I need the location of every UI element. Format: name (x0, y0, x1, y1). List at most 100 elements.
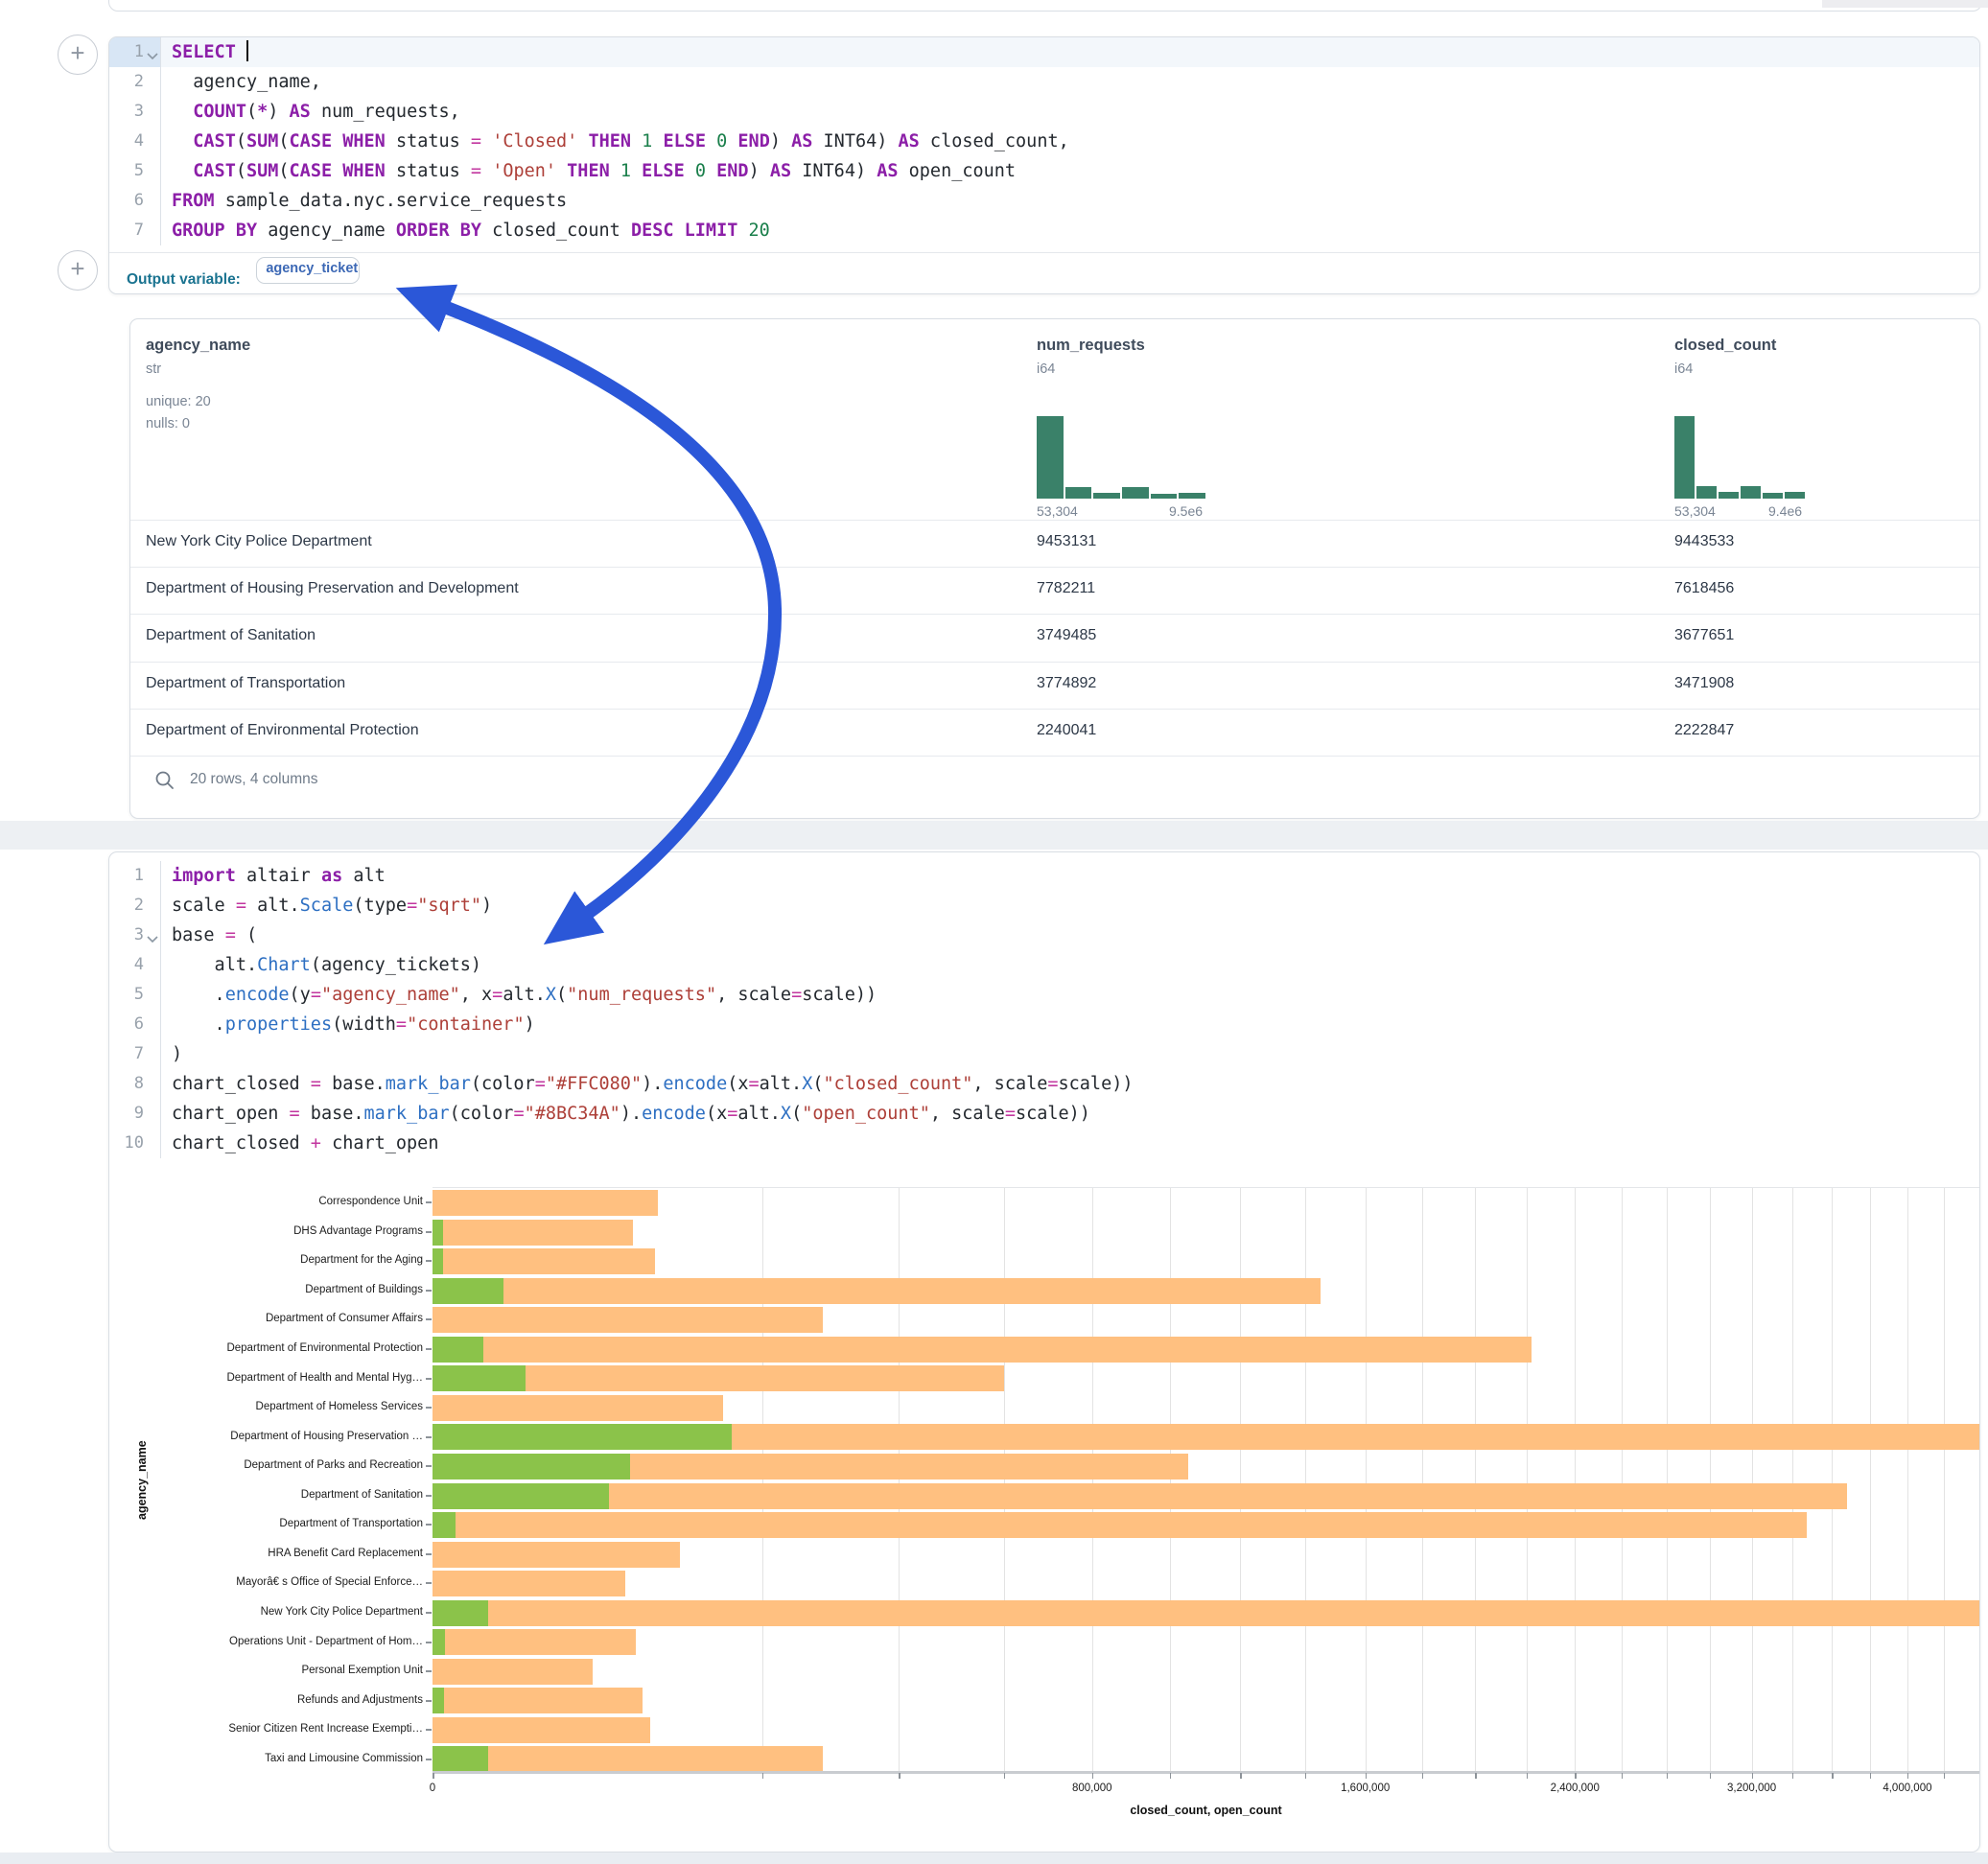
x-axis-tick (1527, 1773, 1529, 1779)
gridline (1710, 1188, 1711, 1774)
histogram-bar (1151, 494, 1178, 499)
top-right-strip (1822, 0, 1988, 8)
histogram-min-label: 53,304 (1037, 503, 1078, 519)
code-line[interactable]: GROUP BY agency_name ORDER BY closed_cou… (172, 216, 770, 245)
x-axis-tick (1979, 1773, 1980, 1779)
bar-closed (433, 1307, 823, 1333)
histogram-bar (1179, 493, 1205, 499)
bar-closed (433, 1220, 633, 1246)
output-variable-pill[interactable]: agency_tickets (256, 257, 360, 284)
table-row[interactable]: Department of Transportation377489234719… (130, 662, 1979, 709)
code-line[interactable]: SELECT (172, 37, 248, 67)
code-line[interactable]: chart_closed = base.mark_bar(color="#FFC… (172, 1069, 1133, 1099)
x-axis-tick (1832, 1773, 1834, 1779)
code-line[interactable]: CAST(SUM(CASE WHEN status = 'Closed' THE… (172, 127, 1069, 156)
line-number: 10 (109, 1129, 144, 1158)
gridline (1305, 1188, 1306, 1774)
code-line[interactable]: .properties(width="container") (172, 1010, 535, 1039)
bar-closed (433, 1278, 1321, 1304)
gutter-separator (160, 861, 161, 1158)
column-header[interactable]: num_requests (1037, 337, 1145, 355)
bar-closed (433, 1395, 723, 1421)
table-row[interactable]: New York City Police Department945313194… (130, 520, 1979, 567)
line-number: 4 (109, 127, 144, 156)
line-number: 8 (109, 1069, 144, 1099)
bar-open (433, 1600, 488, 1626)
table-header: agency_namestrunique: 20nulls: 0num_requ… (130, 319, 1979, 520)
x-axis-tick (1622, 1773, 1624, 1779)
x-axis-tick (1004, 1773, 1006, 1779)
collapse-chevron-icon[interactable] (147, 37, 158, 78)
code-line[interactable]: chart_closed + chart_open (172, 1129, 438, 1158)
code-line[interactable]: ) (172, 1039, 182, 1069)
y-axis-label: Department of Parks and Recreation (109, 1458, 423, 1472)
x-axis-tick-label: 4,000,000 (1883, 1782, 1931, 1794)
y-axis-label: Mayorâ€ s Office of Special Enforce… (109, 1575, 423, 1589)
code-line[interactable]: .encode(y="agency_name", x=alt.X("num_re… (172, 980, 877, 1010)
table-cell: 2222847 (1674, 722, 1734, 739)
code-line[interactable]: alt.Chart(agency_tickets) (172, 950, 481, 980)
add-cell-button-top[interactable]: + (58, 35, 98, 75)
code-line[interactable]: CAST(SUM(CASE WHEN status = 'Open' THEN … (172, 156, 1016, 186)
column-type: i64 (1674, 361, 1693, 377)
table-cell: Department of Housing Preservation and D… (146, 580, 519, 597)
x-axis-tick-label: 800,000 (1072, 1782, 1112, 1794)
y-axis-tick (426, 1759, 432, 1760)
python-cell[interactable]: 1import altair as alt2scale = alt.Scale(… (108, 851, 1980, 1852)
table-row[interactable]: Department of Housing Preservation and D… (130, 567, 1979, 614)
code-line[interactable]: import altair as alt (172, 861, 386, 891)
table-row[interactable]: Department of Sanitation37494853677651 (130, 614, 1979, 661)
y-axis-label: Department of Consumer Affairs (109, 1312, 423, 1325)
table-row[interactable]: Department of Environmental Protection22… (130, 709, 1979, 756)
y-axis-tick (426, 1582, 432, 1584)
table-cell: 7618456 (1674, 580, 1734, 597)
histogram-max-label: 9.4e6 (1768, 503, 1802, 519)
current-line-highlight (161, 37, 1979, 67)
gridline (1575, 1188, 1576, 1774)
code-line[interactable]: scale = alt.Scale(type="sqrt") (172, 891, 492, 920)
bar-closed (433, 1337, 1532, 1363)
column-header[interactable]: agency_name (146, 337, 250, 355)
code-line[interactable]: agency_name, (172, 67, 321, 97)
bar-closed (433, 1688, 643, 1713)
code-line[interactable]: chart_open = base.mark_bar(color="#8BC34… (172, 1099, 1090, 1129)
bar-open (433, 1337, 483, 1363)
y-axis-label: Department of Buildings (109, 1283, 423, 1296)
sql-cell[interactable]: 1SELECT 2 agency_name,3 COUNT(*) AS num_… (108, 36, 1980, 294)
table-cell: 9443533 (1674, 533, 1734, 550)
y-axis-label: Department of Housing Preservation … (109, 1430, 423, 1443)
y-axis-label: Department of Health and Mental Hyg… (109, 1371, 423, 1385)
previous-cell-edge (108, 0, 1982, 12)
line-number: 4 (109, 950, 144, 980)
line-number: 5 (109, 980, 144, 1010)
y-axis-tick (426, 1553, 432, 1555)
code-line[interactable]: FROM sample_data.nyc.service_requests (172, 186, 567, 216)
x-axis-tick (899, 1773, 900, 1779)
histogram-bar (1037, 416, 1064, 499)
table-cell: Department of Sanitation (146, 627, 316, 644)
line-number: 3 (109, 920, 144, 950)
gridline (899, 1188, 900, 1774)
column-header[interactable]: closed_count (1674, 337, 1776, 355)
search-icon[interactable] (154, 770, 175, 791)
gridline (1944, 1188, 1945, 1774)
table-cell: 9453131 (1037, 533, 1096, 550)
bar-open (433, 1688, 444, 1713)
sql-code-editor[interactable]: 1SELECT 2 agency_name,3 COUNT(*) AS num_… (109, 37, 1979, 246)
y-axis-tick (426, 1231, 432, 1233)
collapse-chevron-icon[interactable] (147, 920, 158, 961)
bar-closed (433, 1248, 655, 1274)
add-cell-button-middle[interactable]: + (58, 250, 98, 291)
python-code-editor[interactable]: 1import altair as alt2scale = alt.Scale(… (109, 861, 1979, 1159)
cell-gap-band (0, 821, 1988, 850)
y-axis-label: Department of Sanitation (109, 1488, 423, 1502)
histogram-bar (1093, 493, 1120, 499)
bar-open (433, 1746, 488, 1772)
code-line[interactable]: COUNT(*) AS num_requests, (172, 97, 460, 127)
bar-closed (433, 1190, 658, 1216)
gridline (1870, 1188, 1871, 1774)
y-axis-label: HRA Benefit Card Replacement (109, 1547, 423, 1560)
code-line[interactable]: base = ( (172, 920, 257, 950)
column-histogram (1674, 416, 1805, 499)
x-axis-title: closed_count, open_count (433, 1804, 1979, 1817)
